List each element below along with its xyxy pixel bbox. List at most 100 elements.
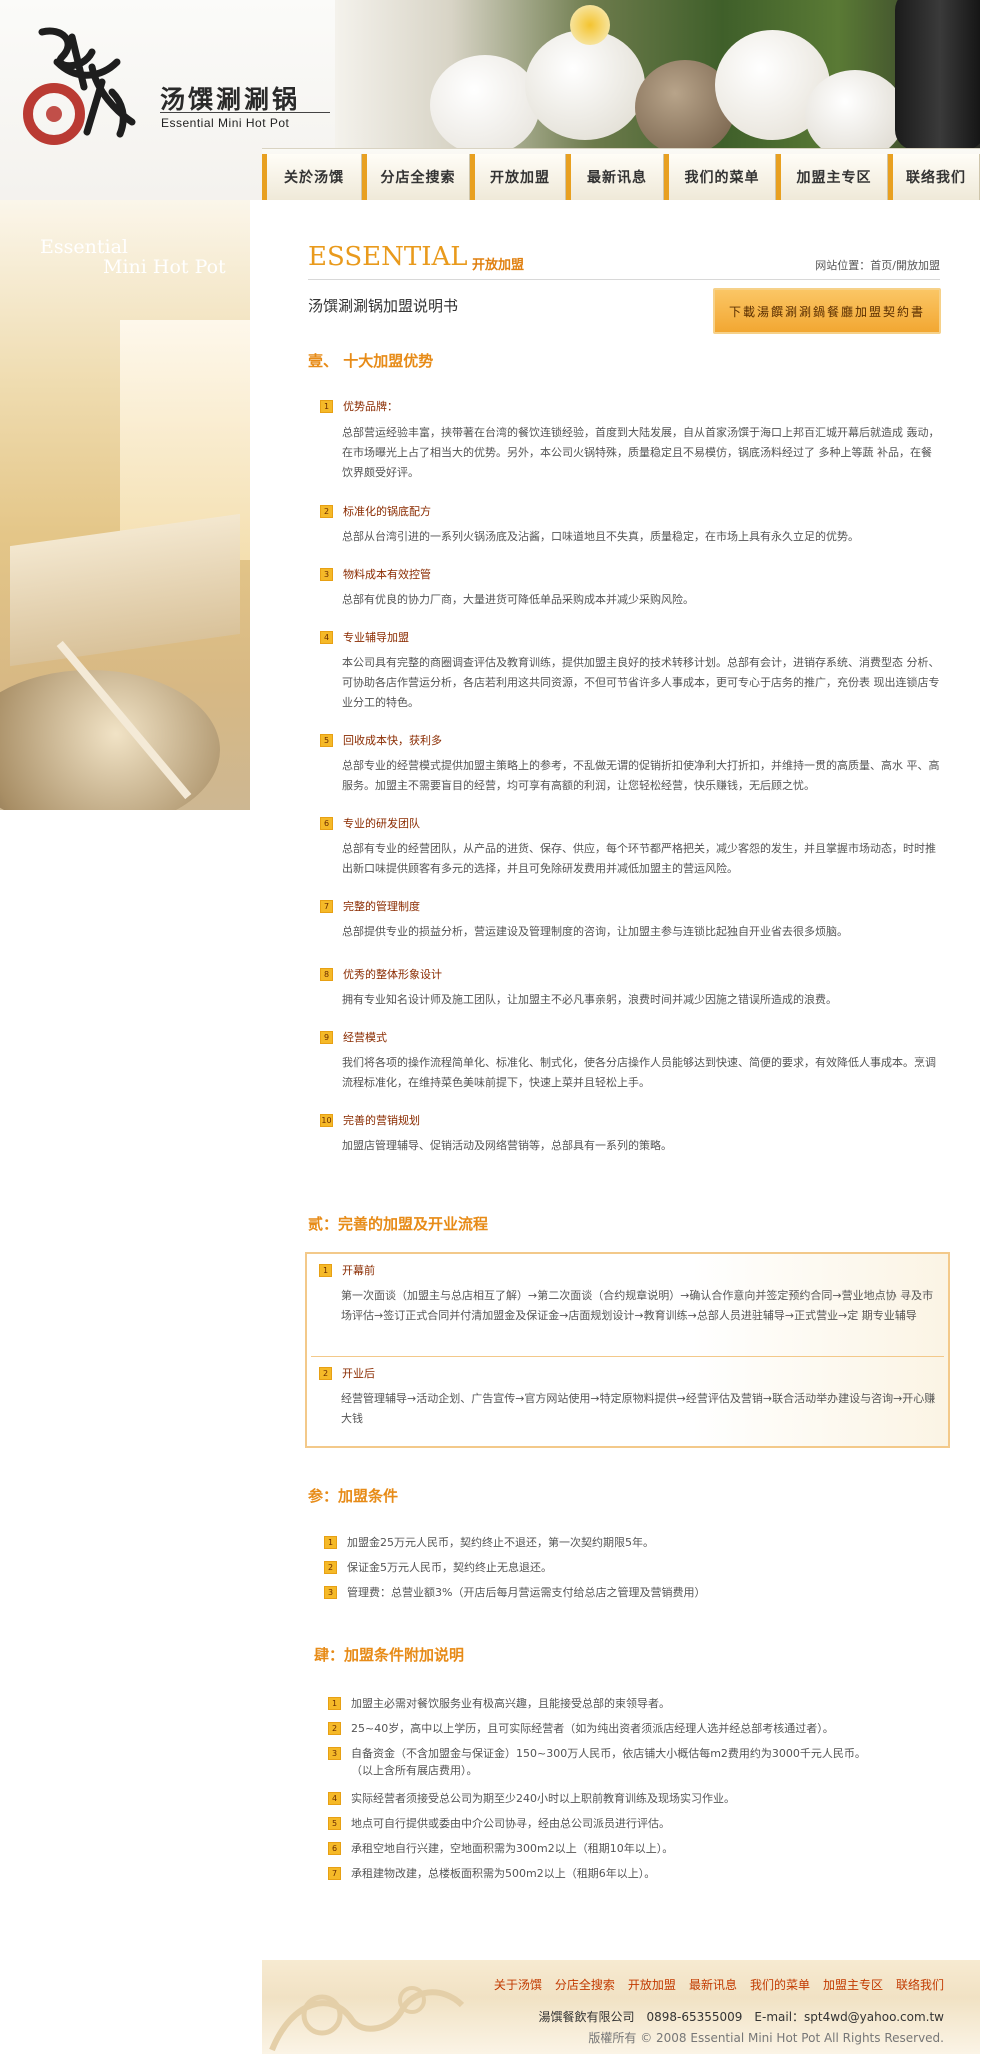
advantage-title: 6 专业的研发团队 (320, 815, 420, 831)
download-contract-button[interactable]: 下載湯饌涮涮鍋餐廳加盟契約書 (713, 288, 941, 334)
condition-note-continuation: （以上含所有展店费用）。 (351, 1764, 478, 1777)
advantage-title-text: 物料成本有效控管 (343, 568, 431, 581)
number-badge-icon: 2 (320, 504, 333, 518)
breadcrumb-current: 開放加盟 (896, 259, 940, 272)
advantage-title-text: 完整的管理制度 (343, 900, 420, 913)
condition-note-item: 5 地点可自行提供或委由中介公司协寻，经由总公司派员进行评估。 (328, 1815, 670, 1831)
footer-nav: 关于汤馔 分店全搜索 开放加盟 最新讯息 我们的菜单 加盟主专区 联络我们 (494, 1976, 944, 1993)
advantage-title: 4 专业辅导加盟 (320, 629, 409, 645)
number-badge-icon: 1 (328, 1696, 341, 1710)
footer-link-contact[interactable]: 联络我们 (896, 1976, 944, 1993)
nav-item-franchisee-area[interactable]: 加盟主专区 (776, 154, 888, 200)
advantage-title-text: 经营模式 (343, 1031, 387, 1044)
brand-name-en: Essential Mini Hot Pot (161, 116, 290, 130)
number-badge-icon: 5 (328, 1816, 341, 1830)
number-badge-icon: 3 (320, 567, 333, 581)
table-shape (10, 513, 240, 667)
nav-item-contact[interactable]: 联络我们 (888, 154, 980, 200)
footer-copyright: 版權所有 © 2008 Essential Mini Hot Pot All R… (588, 2031, 944, 2045)
photo-caption-line2: Mini Hot Pot (103, 256, 226, 278)
fishball-image (525, 30, 645, 140)
advantage-description: 总部有优良的协力厂商，大量进货可降低单品采购成本并减少采购风险。 (342, 593, 694, 606)
footer-link-about[interactable]: 关于汤馔 (494, 1976, 542, 1993)
advantage-description: 加盟店管理辅导、促销活动及网络营销等，总部具有一系列的策略。 (342, 1139, 672, 1152)
breadcrumb: 网站位置：首页/開放加盟 (815, 257, 940, 273)
footer-link-store-search[interactable]: 分店全搜索 (555, 1976, 615, 1993)
nav-item-menu[interactable]: 我们的菜单 (664, 154, 776, 200)
fishball-image (430, 55, 540, 148)
advantage-description: 总部专业的经营模式提供加盟主策略上的参考，不乱做无谓的促销折扣使净利大打折扣，并… (342, 759, 940, 792)
photo-caption-line1: Essential (40, 236, 128, 258)
condition-note-item: 2 25~40岁，高中以上学历，且可实际经营者（如为纯出资者须派店经理人选并经总部… (328, 1720, 834, 1736)
process-title: 2 开业后 (319, 1365, 375, 1381)
section-heading: 贰：完善的加盟及开业流程 (308, 1215, 489, 1233)
nav-item-news[interactable]: 最新讯息 (566, 154, 664, 200)
number-badge-icon: 6 (328, 1841, 341, 1855)
footer-link-franchise[interactable]: 开放加盟 (628, 1976, 676, 1993)
nav-item-store-search[interactable]: 分店全搜索 (362, 154, 470, 200)
footer-link-franchisee-area[interactable]: 加盟主专区 (823, 1976, 883, 1993)
advantage-title: 10 完善的营销规划 (320, 1112, 420, 1128)
number-badge-icon: 7 (328, 1866, 341, 1880)
number-badge-icon: 4 (320, 630, 333, 644)
number-badge-icon: 4 (328, 1791, 341, 1805)
number-badge-icon: 10 (320, 1113, 333, 1127)
number-badge-icon: 5 (320, 733, 333, 747)
logo-calligraphy-icon (23, 27, 136, 145)
condition-text: 管理费：总营业额3%（开店后每月营运需支付给总店之管理及营销费用） (347, 1586, 706, 1599)
page-title-en: ESSENTIAL (308, 242, 468, 272)
process-title: 1 开幕前 (319, 1262, 375, 1278)
condition-note-item: 1 加盟主必需对餐饮服务业有极高兴趣，且能接受总部的束领导者。 (328, 1695, 670, 1711)
process-steps: 经营管理辅导→活动企划、广告宣传→官方网站使用→特定原物料提供→经营评估及营销→… (341, 1392, 936, 1425)
condition-text: 加盟金25万元人民币，契约终止不退还，第一次契约期限5年。 (347, 1536, 654, 1549)
condition-note-text: 25~40岁，高中以上学历，且可实际经营者（如为纯出资者须派店经理人选并经总部考… (351, 1722, 834, 1735)
condition-note-text: 实际经营者须接受总公司为期至少240小时以上职前教育训练及现场实习作业。 (351, 1792, 735, 1805)
footer-link-menu[interactable]: 我们的菜单 (750, 1976, 810, 1993)
number-badge-icon: 2 (319, 1366, 332, 1380)
nav-item-franchise[interactable]: 开放加盟 (470, 154, 566, 200)
advantage-title: 7 完整的管理制度 (320, 898, 420, 914)
nav-item-about[interactable]: 关於汤馔 (262, 154, 362, 200)
condition-note-item: 6 承租空地自行兴建，空地面积需为300m2以上（租期10年以上）。 (328, 1840, 673, 1856)
restaurant-interior-photo: Essential Mini Hot Pot (0, 200, 250, 810)
advantage-title-text: 优秀的整体形象设计 (343, 968, 442, 981)
footer-company-info: 湯馔餐飲有限公司 0898-65355009 E-mail：spt4wd@yah… (538, 2010, 944, 2024)
advantage-title: 2 标准化的锅底配方 (320, 503, 431, 519)
condition-note-text: 自备资金（不含加盟金与保证金）150~300万人民币，依店铺大小概估每m2费用约… (351, 1747, 866, 1760)
number-badge-icon: 8 (320, 967, 333, 981)
condition-note-item: 4 实际经营者须接受总公司为期至少240小时以上职前教育训练及现场实习作业。 (328, 1790, 735, 1806)
advantage-title-text: 完善的营销规划 (343, 1114, 420, 1127)
condition-item: 1 加盟金25万元人民币，契约终止不退还，第一次契约期限5年。 (324, 1534, 654, 1550)
advantage-description: 我们将各项的操作流程简单化、标准化、制式化，使各分店操作人员能够达到快速、简便的… (342, 1056, 936, 1089)
number-badge-icon: 6 (320, 816, 333, 830)
number-badge-icon: 1 (324, 1535, 337, 1549)
bottle-image (895, 0, 980, 148)
section-heading: 肆：加盟条件附加说明 (314, 1646, 465, 1664)
advantage-title-text: 专业的研发团队 (343, 817, 420, 830)
advantage-title-text: 标准化的锅底配方 (343, 505, 431, 518)
advantage-description: 总部有专业的经营团队，从产品的进货、保存、供应，每个环节都严格把关，减少客怨的发… (342, 842, 936, 875)
condition-note-item: 3 自备资金（不含加盟金与保证金）150~300万人民币，依店铺大小概估每m2费用… (328, 1745, 866, 1761)
condition-note-text: 加盟主必需对餐饮服务业有极高兴趣，且能接受总部的束领导者。 (351, 1697, 670, 1710)
number-badge-icon: 1 (320, 399, 333, 413)
breadcrumb-prefix: 网站位置： (815, 259, 871, 272)
advantage-description: 拥有专业知名设计师及施工团队，让加盟主不必凡事亲躬，浪费时间并减少因施之错误所造… (342, 993, 837, 1006)
advantage-title: 5 回收成本快，获利多 (320, 732, 442, 748)
document-title: 汤馔涮涮锅加盟说明书 (308, 297, 459, 315)
condition-note-text: 地点可自行提供或委由中介公司协寻，经由总公司派员进行评估。 (351, 1817, 670, 1830)
section-heading: 壹、 十大加盟优势 (308, 352, 434, 370)
footer-link-news[interactable]: 最新讯息 (689, 1976, 737, 1993)
process-title-text: 开幕前 (342, 1264, 375, 1277)
number-badge-icon: 9 (320, 1030, 333, 1044)
condition-note-text: 承租空地自行兴建，空地面积需为300m2以上（租期10年以上）。 (351, 1842, 674, 1855)
advantage-description: 总部营运经验丰富，挟带著在台湾的餐饮连锁经验，首度到大陆发展，自从首家汤馔于海口… (342, 426, 940, 479)
condition-text: 保证金5万元人民币，契约终止无息退还。 (347, 1561, 552, 1574)
breadcrumb-home-link[interactable]: 首页 (870, 259, 892, 272)
process-steps: 第一次面谈（加盟主与总店相互了解）→第二次面谈（合约规章说明）→确认合作意向并签… (341, 1289, 934, 1322)
condition-note-text: 承租建物改建，总楼板面积需为500m2以上（租期6年以上）。 (351, 1867, 656, 1880)
fishball-image (805, 70, 905, 148)
advantage-description: 总部从台湾引进的一系列火锅汤底及沾酱，口味道地且不失真，质量稳定，在市场上具有永… (342, 530, 859, 543)
advantage-description: 本公司具有完整的商圈调查评估及教育训练，提供加盟主良好的技术转移计划。总部有会计… (342, 656, 940, 709)
section-heading: 参：加盟条件 (308, 1487, 399, 1505)
condition-item: 3 管理费：总营业额3%（开店后每月营运需支付给总店之管理及营销费用） (324, 1584, 705, 1600)
